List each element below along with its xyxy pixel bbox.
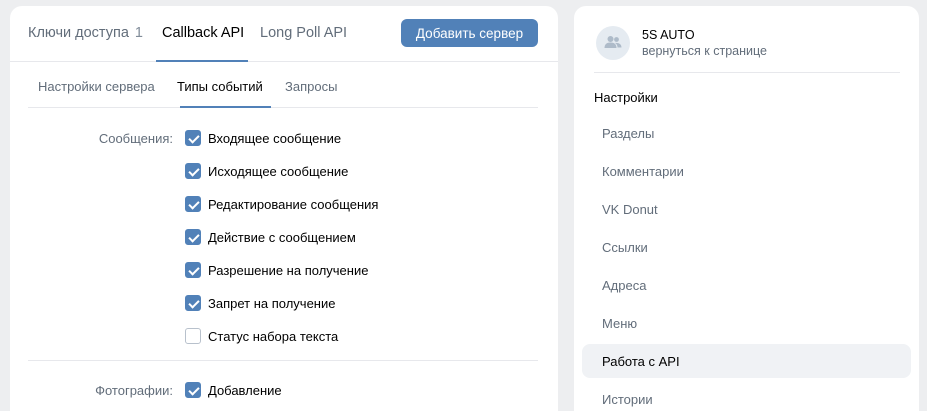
checkbox-label: Действие с сообщением — [208, 229, 356, 245]
group-label-messages: Сообщения: — [98, 131, 173, 146]
tab-access-keys-count: 1 — [134, 25, 143, 41]
sidebar-item-label: Меню — [602, 316, 638, 331]
sidebar-item-menu[interactable]: Меню — [582, 306, 911, 340]
community-avatar[interactable] — [596, 26, 630, 60]
settings-sidebar: 5S AUTO вернуться к странице Настройки Р… — [574, 6, 919, 411]
checkbox-label: Входящее сообщение — [208, 130, 342, 146]
checkbox[interactable] — [185, 262, 201, 278]
tab-callback-api[interactable]: Callback API — [162, 25, 244, 41]
users-icon — [604, 36, 622, 48]
sidebar-item-links[interactable]: Ссылки — [582, 230, 911, 264]
event-checkbox-row[interactable]: Редактирование сообщения — [185, 195, 378, 213]
checkbox-label: Добавление — [208, 382, 282, 398]
event-checkbox-row[interactable]: Исходящее сообщение — [185, 162, 348, 180]
sidebar-item-label: VK Donut — [602, 202, 658, 217]
sub-tabs: Настройки сервера Типы событий Запросы — [28, 62, 538, 108]
sidebar-item-sections[interactable]: Разделы — [582, 116, 911, 150]
add-server-button[interactable]: Добавить сервер — [401, 19, 538, 47]
checkbox[interactable] — [185, 229, 201, 245]
sidebar-item-label: Истории — [602, 392, 653, 407]
tab-long-poll-api[interactable]: Long Poll API — [260, 25, 347, 41]
sidebar-item-label: Комментарии — [602, 164, 684, 179]
event-checkbox-row[interactable]: Действие с сообщением — [185, 228, 356, 246]
checkbox-label: Исходящее сообщение — [208, 163, 349, 179]
sidebar-item-stories[interactable]: Истории — [582, 382, 911, 411]
active-subtab-indicator — [180, 106, 271, 108]
community-name[interactable]: 5S AUTO — [642, 28, 695, 42]
tab-access-keys-label: Ключи доступа — [28, 25, 129, 41]
checkbox[interactable] — [185, 382, 201, 398]
checkbox-label: Редактирование сообщения — [208, 196, 379, 212]
subtab-server-settings[interactable]: Настройки сервера — [38, 79, 155, 94]
back-to-page-link[interactable]: вернуться к странице — [642, 44, 767, 58]
event-checkbox-row[interactable]: Добавление — [185, 381, 282, 399]
checkbox[interactable] — [185, 196, 201, 212]
checkbox[interactable] — [185, 130, 201, 146]
sidebar-item-comments[interactable]: Комментарии — [582, 154, 911, 188]
event-checkbox-row[interactable]: Запрет на получение — [185, 294, 335, 312]
checkbox-label: Запрет на получение — [208, 295, 336, 311]
settings-heading[interactable]: Настройки — [594, 90, 658, 105]
sidebar-item-label: Работа с API — [602, 354, 680, 369]
event-checkbox-row[interactable]: Статус набора текста — [185, 327, 338, 345]
main-panel: Ключи доступа 1 Callback API Long Poll AP… — [10, 6, 558, 411]
group-divider — [28, 360, 538, 361]
top-tabs: Ключи доступа 1 Callback API Long Poll AP… — [10, 6, 558, 62]
group-label-photos: Фотографии: — [95, 383, 173, 398]
tab-access-keys[interactable]: Ключи доступа 1 — [28, 25, 143, 41]
sidebar-item-api[interactable]: Работа с API — [582, 344, 911, 378]
sidebar-item-vk-donut[interactable]: VK Donut — [582, 192, 911, 226]
checkbox[interactable] — [185, 163, 201, 179]
sidebar-item-addresses[interactable]: Адреса — [582, 268, 911, 302]
checkbox-label: Статус набора текста — [208, 328, 339, 344]
checkbox[interactable] — [185, 328, 201, 344]
subtab-event-types[interactable]: Типы событий — [177, 79, 263, 94]
sidebar-item-label: Разделы — [602, 126, 655, 141]
event-checkbox-row[interactable]: Входящее сообщение — [185, 129, 341, 147]
sidebar-item-label: Ссылки — [602, 240, 648, 255]
checkbox-label: Разрешение на получение — [208, 262, 369, 278]
sidebar-divider — [594, 72, 900, 73]
event-checkbox-row[interactable]: Разрешение на получение — [185, 261, 368, 279]
checkbox[interactable] — [185, 295, 201, 311]
sidebar-item-label: Адреса — [602, 278, 647, 293]
subtab-requests[interactable]: Запросы — [285, 79, 337, 94]
